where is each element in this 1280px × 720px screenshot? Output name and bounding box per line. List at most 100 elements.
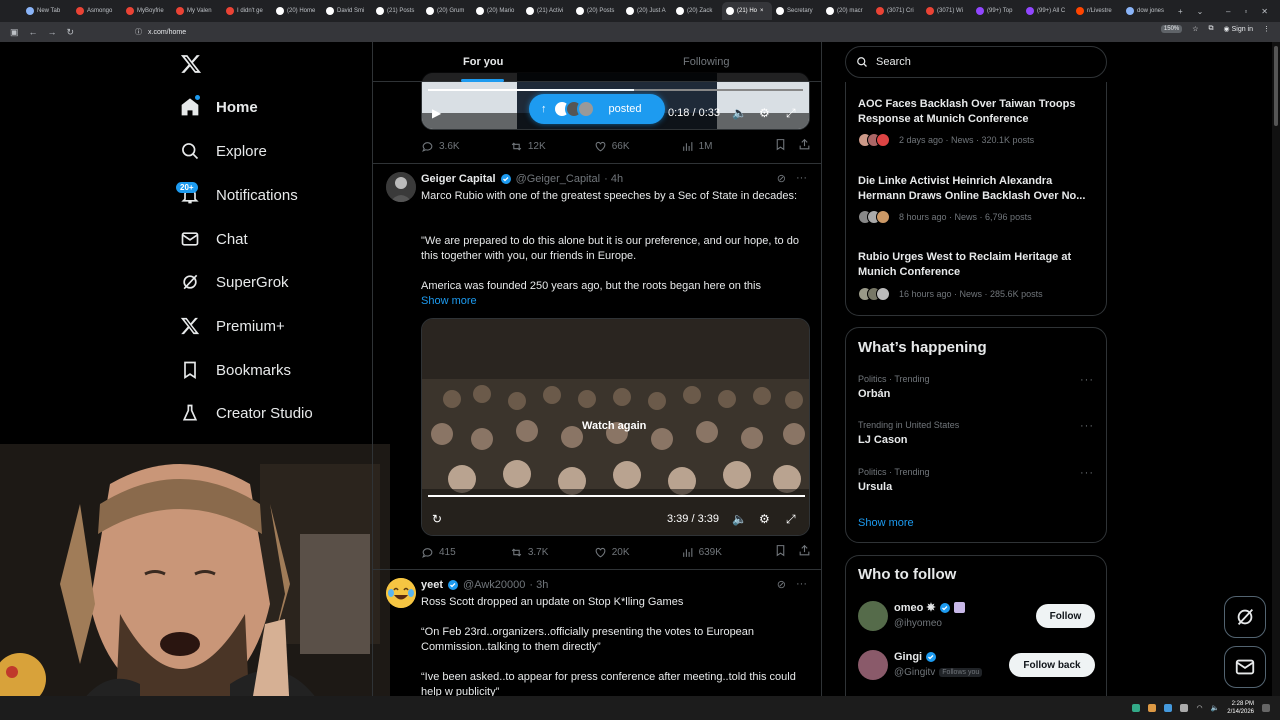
- tab-for-you[interactable]: For you: [463, 56, 503, 68]
- notification-center-icon[interactable]: [1262, 704, 1270, 712]
- nav-item-supergrok[interactable]: SuperGrok: [180, 272, 289, 292]
- author-name[interactable]: yeet: [421, 579, 443, 591]
- x-logo-icon[interactable]: [180, 53, 202, 75]
- avatar[interactable]: [858, 601, 888, 631]
- volume-icon[interactable]: 🔈: [732, 512, 747, 526]
- grok-icon[interactable]: ⊘: [777, 172, 786, 185]
- video-progress-track[interactable]: [428, 495, 805, 497]
- share-button[interactable]: [798, 544, 811, 560]
- scrollbar-thumb[interactable]: [1274, 46, 1278, 126]
- browser-tab[interactable]: (20) macr: [822, 2, 872, 20]
- fullscreen-icon[interactable]: ⤢: [786, 512, 796, 527]
- forward-icon[interactable]: →: [48, 27, 57, 37]
- browser-tab[interactable]: (20) Posts: [572, 2, 622, 20]
- more-icon[interactable]: ···: [796, 172, 807, 185]
- fullscreen-icon[interactable]: ⤢: [786, 106, 796, 121]
- video-progress-track[interactable]: [428, 89, 803, 91]
- like-button[interactable]: 20K: [594, 546, 681, 559]
- browser-tab[interactable]: My Valen: [172, 2, 222, 20]
- tray-icon[interactable]: [1132, 704, 1141, 712]
- repost-button[interactable]: 3.7K: [510, 546, 594, 559]
- share-button[interactable]: [798, 138, 811, 154]
- close-tab-icon[interactable]: ×: [760, 8, 764, 14]
- browser-tab[interactable]: (20) Zack: [672, 2, 722, 20]
- browser-tab[interactable]: (21) Activi: [522, 2, 572, 20]
- zoom-indicator[interactable]: 150%: [1160, 25, 1183, 33]
- browser-tab[interactable]: (20) Just A: [622, 2, 672, 20]
- views-button[interactable]: 1M: [681, 140, 775, 153]
- nav-item-notifications[interactable]: Notifications: [180, 185, 298, 205]
- site-info-icon[interactable]: ⓘ: [135, 27, 142, 37]
- search-input[interactable]: Search: [845, 46, 1107, 78]
- play-icon[interactable]: ▶: [432, 106, 441, 120]
- replay-icon[interactable]: ↻: [432, 512, 442, 526]
- nav-item-explore[interactable]: Explore: [180, 141, 267, 161]
- browser-tab[interactable]: (21) Posts: [372, 2, 422, 20]
- browser-tab[interactable]: MyBoyfrie: [122, 2, 172, 20]
- wifi-icon[interactable]: ◠: [1196, 704, 1202, 712]
- tweet-time[interactable]: · 4h: [604, 173, 623, 185]
- tab-following[interactable]: Following: [683, 56, 729, 68]
- new-tab-icon[interactable]: +: [1178, 7, 1183, 16]
- reply-button[interactable]: 3.6K: [421, 140, 510, 153]
- nav-item-chat[interactable]: Chat: [180, 229, 248, 249]
- browser-tab[interactable]: (21) Ho ×: [722, 2, 772, 20]
- url-text[interactable]: x.com/home: [148, 29, 186, 36]
- tray-icon[interactable]: [1164, 704, 1173, 712]
- tweet-time[interactable]: · 3h: [529, 579, 548, 591]
- more-icon[interactable]: ···: [1080, 467, 1094, 479]
- browser-tab[interactable]: (20) Home: [272, 2, 322, 20]
- maximize-icon[interactable]: ▫: [1244, 7, 1247, 16]
- browser-tab[interactable]: David Smi: [322, 2, 372, 20]
- author-handle[interactable]: @Awk20000: [463, 579, 525, 591]
- avatar[interactable]: [386, 578, 416, 608]
- menu-icon[interactable]: ⋮: [1263, 25, 1270, 33]
- profile-button[interactable]: ◉ Sign in: [1224, 25, 1253, 33]
- show-more-link[interactable]: Show more: [421, 294, 806, 309]
- browser-tab[interactable]: New Tab: [22, 2, 72, 20]
- avatar[interactable]: [858, 650, 888, 680]
- browser-tab[interactable]: (20) Grum: [422, 2, 472, 20]
- browser-tab[interactable]: (3071) Cri: [872, 2, 922, 20]
- browser-tab[interactable]: Secretary: [772, 2, 822, 20]
- repost-button[interactable]: 12K: [510, 140, 594, 153]
- bookmark-button[interactable]: [774, 544, 798, 560]
- reply-button[interactable]: 415: [421, 546, 510, 559]
- close-window-icon[interactable]: ✕: [1261, 7, 1268, 16]
- volume-icon[interactable]: 🔈: [732, 106, 747, 120]
- page-scrollbar[interactable]: [1272, 42, 1280, 696]
- nav-item-creator-studio[interactable]: Creator Studio: [180, 403, 313, 423]
- tray-icon[interactable]: [1180, 704, 1189, 712]
- browser-tab[interactable]: I didn't ge: [222, 2, 272, 20]
- like-button[interactable]: 66K: [594, 140, 681, 153]
- settings-icon[interactable]: ⚙: [759, 106, 770, 120]
- clock[interactable]: 2:28 PM 2/14/2026: [1227, 700, 1254, 716]
- follow-button[interactable]: Follow: [1036, 604, 1095, 628]
- avatar[interactable]: [386, 172, 416, 202]
- new-posts-pill[interactable]: ↑ posted: [529, 94, 665, 124]
- views-button[interactable]: 639K: [681, 546, 775, 559]
- browser-tab[interactable]: r/Livestre: [1072, 2, 1122, 20]
- nav-item-home[interactable]: Home: [180, 97, 258, 117]
- browser-tab[interactable]: (3071) Wi: [922, 2, 972, 20]
- browser-tab[interactable]: (99+) All C: [1022, 2, 1072, 20]
- more-icon[interactable]: ···: [1080, 374, 1094, 386]
- reload-icon[interactable]: ↻: [67, 27, 75, 38]
- more-icon[interactable]: ···: [796, 578, 807, 591]
- messages-float-button[interactable]: [1224, 646, 1266, 688]
- tab-list-icon[interactable]: ⌄: [1197, 7, 1204, 16]
- nav-item-premium[interactable]: Premium+: [180, 316, 285, 336]
- watch-again-button[interactable]: Watch again: [582, 420, 646, 432]
- browser-tab[interactable]: dow jones: [1122, 2, 1172, 20]
- browser-tab[interactable]: (99+) Top: [972, 2, 1022, 20]
- bookmark-star-icon[interactable]: ☆: [1192, 25, 1198, 33]
- browser-tab[interactable]: (20) Mario: [472, 2, 522, 20]
- speaker-icon[interactable]: 🔈: [1211, 704, 1220, 712]
- nav-item-bookmarks[interactable]: Bookmarks: [180, 360, 291, 380]
- author-name[interactable]: Geiger Capital: [421, 173, 496, 185]
- grok-float-button[interactable]: [1224, 596, 1266, 638]
- more-icon[interactable]: ···: [1080, 420, 1094, 432]
- follow-back-button[interactable]: Follow back: [1009, 653, 1095, 677]
- back-icon[interactable]: ←: [29, 27, 38, 37]
- bookmark-button[interactable]: [774, 138, 798, 154]
